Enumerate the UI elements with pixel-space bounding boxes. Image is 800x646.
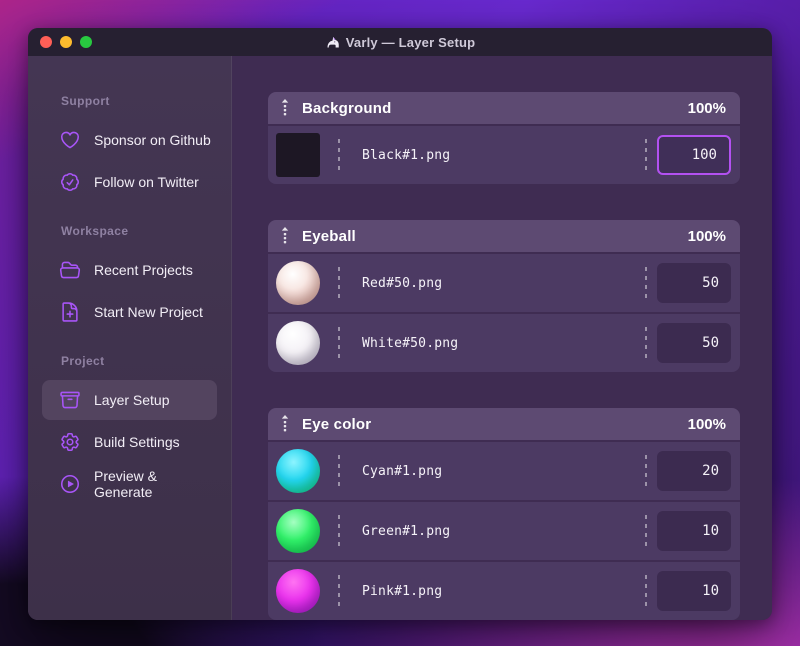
sidebar-item-sponsor-on-github[interactable]: Sponsor on Github — [42, 120, 217, 160]
divider-dots — [338, 139, 340, 171]
sidebar-item-label: Layer Setup — [94, 392, 170, 408]
layer-group: Background 100% Black#1.png — [268, 92, 740, 184]
heart-icon — [59, 129, 81, 151]
unicorn-icon — [325, 35, 340, 50]
play-circle-icon — [59, 473, 81, 495]
divider-dots — [645, 139, 647, 171]
sidebar-section-items: Recent Projects Start New Project — [28, 250, 231, 332]
divider-dots — [645, 515, 647, 547]
black-square-thumbnail — [276, 133, 320, 177]
white-sphere-thumbnail — [276, 321, 320, 365]
layer-group: Eyeball 100% Red#50.png White#50.png — [268, 220, 740, 372]
window-title: Varly — Layer Setup — [28, 28, 772, 56]
sidebar-item-build-settings[interactable]: Build Settings — [42, 422, 217, 462]
layer-group-name: Eye color — [302, 415, 372, 433]
document-plus-icon — [59, 301, 81, 323]
minimize-button[interactable] — [60, 36, 72, 48]
divider-dots — [338, 267, 340, 299]
sidebar: Support Sponsor on Github Follow on Twit… — [28, 56, 232, 620]
sidebar-item-layer-setup[interactable]: Layer Setup — [42, 380, 217, 420]
layer-rows: Cyan#1.png Green#1.png Pink#1.png — [268, 442, 740, 620]
layer-rows: Red#50.png White#50.png — [268, 254, 740, 372]
sidebar-item-recent-projects[interactable]: Recent Projects — [42, 250, 217, 290]
cyan-sphere-thumbnail — [276, 449, 320, 493]
layer-row: Pink#1.png — [268, 562, 740, 620]
sidebar-item-label: Recent Projects — [94, 262, 193, 278]
layer-filename: White#50.png — [362, 335, 459, 351]
layer-setup-panel: Background 100% Black#1.png Eyeball 100% — [232, 56, 772, 620]
window-content: Support Sponsor on Github Follow on Twit… — [28, 56, 772, 620]
zoom-button[interactable] — [80, 36, 92, 48]
app-window: Varly — Layer Setup Support Sponsor on G… — [28, 28, 772, 620]
window-title-text: Varly — Layer Setup — [345, 34, 476, 50]
red-sphere-thumbnail — [276, 261, 320, 305]
layer-filename: Green#1.png — [362, 523, 451, 539]
sidebar-item-label: Preview & Generate — [94, 468, 158, 500]
layer-weight-input[interactable] — [657, 323, 731, 363]
sidebar-item-label: Follow on Twitter — [94, 174, 199, 190]
sidebar-section-label: Support — [61, 94, 110, 108]
traffic-lights — [28, 36, 92, 48]
archive-box-icon — [59, 389, 81, 411]
divider-dots — [338, 575, 340, 607]
green-sphere-thumbnail — [276, 509, 320, 553]
sidebar-item-label: Start New Project — [94, 304, 203, 320]
divider-dots — [338, 327, 340, 359]
layer-group: Eye color 100% Cyan#1.png Green#1.png Pi… — [268, 408, 740, 620]
sidebar-item-label: Build Settings — [94, 434, 180, 450]
divider-dots — [645, 575, 647, 607]
layer-filename: Cyan#1.png — [362, 463, 443, 479]
sidebar-item-label: Sponsor on Github — [94, 132, 211, 148]
layer-group-header: Background 100% — [268, 92, 740, 124]
layer-group-weight: 100% — [687, 415, 726, 433]
drag-handle-icon[interactable] — [280, 414, 290, 434]
divider-dots — [645, 267, 647, 299]
sidebar-section-label: Project — [61, 354, 105, 368]
layer-weight-input[interactable] — [657, 451, 731, 491]
layer-row: Cyan#1.png — [268, 442, 740, 500]
layer-group-header: Eye color 100% — [268, 408, 740, 440]
drag-handle-icon[interactable] — [280, 98, 290, 118]
layer-group-weight: 100% — [687, 99, 726, 117]
sidebar-section: Workspace Recent Projects Start New Proj… — [28, 216, 231, 332]
divider-dots — [645, 455, 647, 487]
layer-rows: Black#1.png — [268, 126, 740, 184]
sidebar-item-start-new-project[interactable]: Start New Project — [42, 292, 217, 332]
layer-weight-input[interactable] — [657, 571, 731, 611]
pink-sphere-thumbnail — [276, 569, 320, 613]
layer-group-weight: 100% — [687, 227, 726, 245]
sidebar-section-items: Sponsor on Github Follow on Twitter — [28, 120, 231, 202]
sidebar-section: Support Sponsor on Github Follow on Twit… — [28, 86, 231, 202]
sidebar-item-follow-on-twitter[interactable]: Follow on Twitter — [42, 162, 217, 202]
layer-filename: Black#1.png — [362, 147, 451, 163]
layer-filename: Pink#1.png — [362, 583, 443, 599]
layer-row: White#50.png — [268, 314, 740, 372]
close-button[interactable] — [40, 36, 52, 48]
divider-dots — [338, 515, 340, 547]
folder-open-icon — [59, 259, 81, 281]
layer-weight-input[interactable] — [657, 135, 731, 175]
sidebar-section-label: Workspace — [61, 224, 129, 238]
layer-row: Black#1.png — [268, 126, 740, 184]
titlebar: Varly — Layer Setup — [28, 28, 772, 56]
drag-handle-icon[interactable] — [280, 226, 290, 246]
divider-dots — [645, 327, 647, 359]
gear-icon — [59, 431, 81, 453]
layer-group-name: Background — [302, 99, 392, 117]
sidebar-section: Project Layer Setup Build Settings Previ… — [28, 346, 231, 504]
badge-check-icon — [59, 171, 81, 193]
sidebar-section-items: Layer Setup Build Settings Preview & Gen… — [28, 380, 231, 504]
layer-filename: Red#50.png — [362, 275, 443, 291]
layer-row: Red#50.png — [268, 254, 740, 312]
layer-row: Green#1.png — [268, 502, 740, 560]
layer-group-name: Eyeball — [302, 227, 356, 245]
layer-group-header: Eyeball 100% — [268, 220, 740, 252]
layer-weight-input[interactable] — [657, 263, 731, 303]
sidebar-item-preview-generate[interactable]: Preview & Generate — [42, 464, 217, 504]
divider-dots — [338, 455, 340, 487]
layer-weight-input[interactable] — [657, 511, 731, 551]
